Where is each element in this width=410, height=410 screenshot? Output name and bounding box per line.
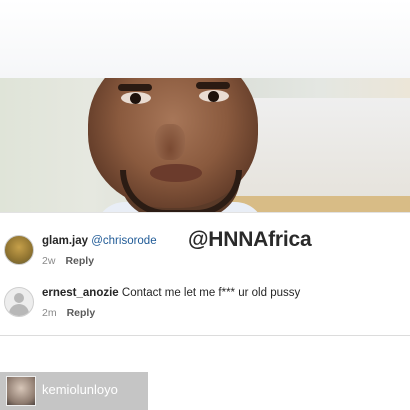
watermark-text: @HNNAfrica — [188, 228, 312, 251]
lips — [150, 164, 202, 182]
repost-badge: kemiolunloyo — [0, 372, 148, 410]
post-photo — [0, 78, 410, 212]
reply-button[interactable]: Reply — [65, 255, 94, 267]
default-avatar-head — [14, 293, 24, 303]
comment-row: ernest_anozie Contact me let me f*** ur … — [0, 283, 410, 331]
comment-text-line: ernest_anozie Contact me let me f*** ur … — [42, 287, 300, 299]
comment-username[interactable]: glam.jay — [42, 235, 88, 247]
avatar[interactable] — [4, 287, 34, 317]
comment-time: 2w — [42, 255, 56, 267]
comment-meta: 2w Reply — [42, 255, 94, 267]
nose — [155, 124, 185, 160]
comment-text-line: glam.jay @chrisorode — [42, 235, 157, 247]
default-avatar-body — [9, 304, 29, 316]
avatar[interactable] — [4, 235, 34, 265]
reply-button[interactable]: Reply — [67, 307, 96, 319]
right-eyebrow — [196, 82, 230, 89]
comment-mention[interactable]: @chrisorode — [91, 235, 156, 247]
right-eye — [199, 90, 229, 102]
comment-username[interactable]: ernest_anozie — [42, 287, 119, 299]
left-eyebrow — [118, 84, 152, 91]
comment-text: Contact me let me f*** ur old pussy — [121, 287, 301, 299]
comment-meta: 2m Reply — [42, 307, 95, 319]
repost-avatar[interactable] — [6, 376, 36, 406]
top-background — [0, 0, 410, 78]
comment-time: 2m — [42, 307, 57, 319]
left-eye — [121, 92, 151, 104]
repost-username[interactable]: kemiolunloyo — [42, 382, 118, 397]
